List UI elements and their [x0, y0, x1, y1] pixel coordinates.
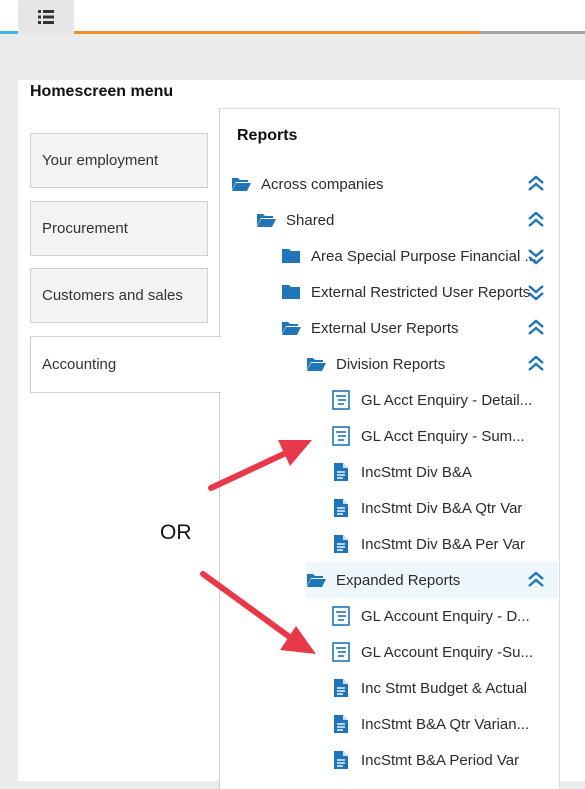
document-report-icon	[331, 534, 351, 554]
tree-item-label: IncStmt B&A Qtr Varian...	[361, 715, 530, 733]
folder-open-icon	[281, 318, 301, 338]
tree-folder-item[interactable]: Across companies	[231, 166, 540, 202]
folder-open-icon	[231, 174, 251, 194]
expand-chevron-icon[interactable]	[525, 281, 547, 303]
collapse-chevron-icon[interactable]	[525, 569, 547, 591]
tree-folder-item[interactable]: Division Reports	[306, 346, 540, 382]
menu-item-customers-and-sales[interactable]: Customers and sales	[30, 268, 208, 323]
tree-item-label: Expanded Reports	[336, 571, 461, 589]
homescreen-panel: Homescreen menu Your employment Procurem…	[18, 80, 585, 789]
enquiry-report-icon	[331, 606, 351, 626]
tree-item-label: External User Reports	[311, 319, 459, 337]
menu-item-label: Procurement	[42, 220, 128, 237]
menu-item-label: Customers and sales	[42, 287, 183, 304]
tree-item-label: IncStmt Div B&A Per Var	[361, 535, 525, 553]
tree-item-label: Division Reports	[336, 355, 446, 373]
tree-item-label: GL Account Enquiry - D...	[361, 607, 530, 625]
tree-item-label: Across companies	[261, 175, 384, 193]
folder-open-icon	[306, 354, 326, 374]
tree-item-label: Area Special Purpose Financial ...	[311, 247, 537, 265]
tree-report-item[interactable]: IncStmt Div B&A Qtr Var	[331, 490, 540, 526]
tree-item-label: IncStmt Div B&A Qtr Var	[361, 499, 523, 517]
accent-line-cyan	[0, 31, 18, 34]
menu-item-accounting[interactable]: Accounting	[30, 336, 221, 393]
reports-title: Reports	[237, 127, 298, 144]
tree-folder-item[interactable]: External Restricted User Reports	[281, 274, 540, 310]
enquiry-report-icon	[331, 426, 351, 446]
document-report-icon	[331, 750, 351, 770]
folder-closed-icon	[281, 282, 301, 302]
page-title: Homescreen menu	[30, 83, 174, 100]
top-bar	[0, 0, 585, 34]
document-report-icon	[331, 714, 351, 734]
collapse-chevron-icon[interactable]	[525, 317, 547, 339]
collapse-chevron-icon[interactable]	[525, 209, 547, 231]
tree-item-label: IncStmt Div B&A	[361, 463, 472, 481]
tree-item-label: External Restricted User Reports	[311, 283, 531, 301]
tree-item-label: IncStmt B&A Period Var	[361, 751, 520, 769]
menu-item-label: Your employment	[42, 152, 159, 169]
tree-item-label: Inc Stmt Budget & Actual	[361, 679, 527, 697]
tree-report-item[interactable]: IncStmt Div B&A	[331, 454, 540, 490]
menu-item-your-employment[interactable]: Your employment	[30, 133, 208, 188]
folder-closed-icon	[281, 246, 301, 266]
tree-item-label: Shared	[286, 211, 335, 229]
tree-report-item[interactable]: IncStmt B&A Qtr Varian...	[331, 706, 540, 742]
reports-panel: Reports Across companies Shared Area Speci…	[219, 108, 560, 789]
document-report-icon	[331, 462, 351, 482]
tree-report-item[interactable]: GL Acct Enquiry - Detail...	[331, 382, 540, 418]
tree-folder-item[interactable]: Area Special Purpose Financial ...	[281, 238, 540, 274]
tree-report-item[interactable]: GL Account Enquiry -Su...	[331, 634, 540, 670]
tree-item-label: GL Acct Enquiry - Detail...	[361, 391, 533, 409]
collapse-chevron-icon[interactable]	[525, 173, 547, 195]
enquiry-report-icon	[331, 642, 351, 662]
tree-report-item[interactable]: GL Account Enquiry - D...	[331, 598, 540, 634]
tree-item-label: GL Account Enquiry -Su...	[361, 643, 534, 661]
collapse-chevron-icon[interactable]	[525, 353, 547, 375]
document-report-icon	[331, 678, 351, 698]
list-icon	[38, 10, 54, 24]
or-annotation: OR	[160, 521, 192, 544]
menu-toggle-button[interactable]	[18, 0, 74, 34]
tree-report-item[interactable]: IncStmt Div B&A Per Var	[331, 526, 540, 562]
accent-line-gray	[480, 31, 585, 34]
menu-item-procurement[interactable]: Procurement	[30, 201, 208, 256]
tree-report-item[interactable]: IncStmt B&A Period Var	[331, 742, 540, 778]
tree-folder-item[interactable]: Shared	[256, 202, 540, 238]
tree-report-item[interactable]: GL Acct Enquiry - Sum...	[331, 418, 540, 454]
folder-open-icon	[256, 210, 276, 230]
tree-report-item[interactable]: Inc Stmt Budget & Actual	[331, 670, 540, 706]
accent-line-orange	[74, 31, 480, 34]
tree-item-label: GL Acct Enquiry - Sum...	[361, 427, 525, 445]
menu-item-label: Accounting	[42, 356, 117, 373]
document-report-icon	[331, 498, 351, 518]
tree-folder-item[interactable]: Expanded Reports	[306, 562, 558, 598]
tree-folder-item[interactable]: External User Reports	[281, 310, 540, 346]
folder-open-icon	[306, 570, 326, 590]
expand-chevron-icon[interactable]	[525, 245, 547, 267]
enquiry-report-icon	[331, 390, 351, 410]
